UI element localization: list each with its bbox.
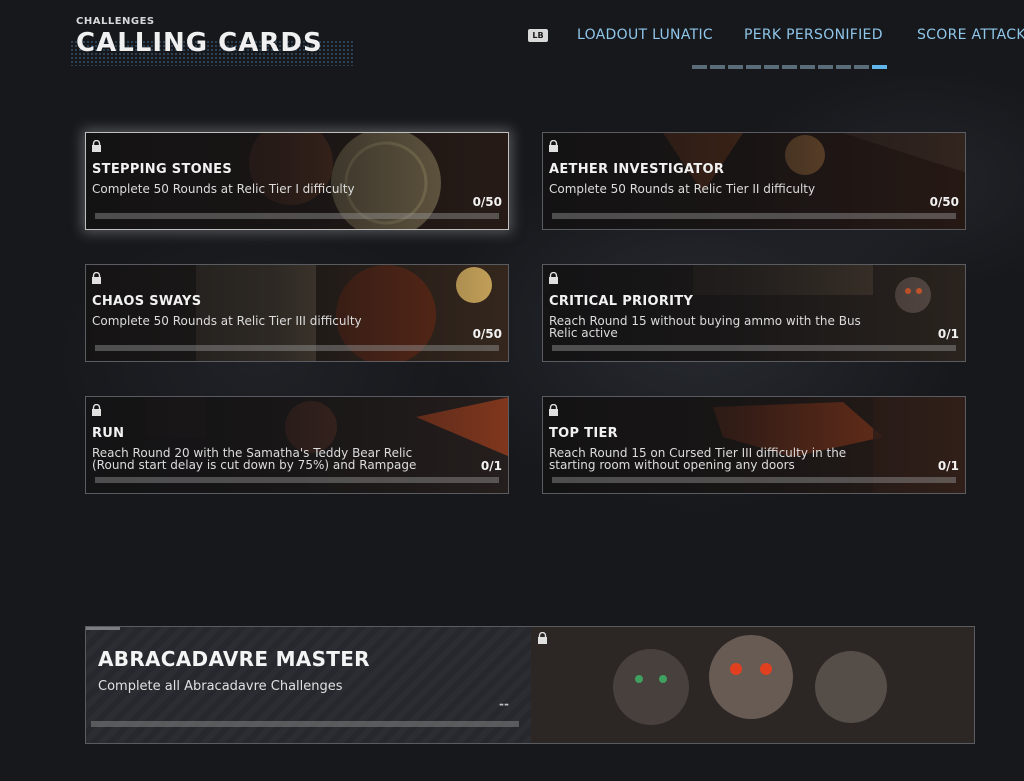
progress-bar [95,477,499,483]
card-description: Complete 50 Rounds at Relic Tier I diffi… [92,182,355,196]
tab-perk-personified[interactable]: PERK PERSONIFIED [744,27,883,43]
master-description: Complete all Abracadavre Challenges [98,679,343,694]
page-dot [836,65,851,69]
challenge-card-stepping-stones[interactable]: STEPPING STONES Complete 50 Rounds at Re… [85,132,509,230]
card-progress: 0/1 [937,327,959,341]
lock-icon [92,404,101,416]
challenge-card-chaos-sways[interactable]: CHAOS SWAYS Complete 50 Rounds at Relic … [85,264,509,362]
progress-bar [552,477,956,483]
page-dot [728,65,743,69]
section-label: CHALLENGES [76,16,155,27]
lock-icon [549,404,558,416]
challenge-card-critical-priority[interactable]: CRITICAL PRIORITY Reach Round 15 without… [542,264,966,362]
page-dot [818,65,833,69]
progress-bar [552,345,956,351]
lock-icon [92,272,101,284]
lock-icon [549,140,558,152]
page-dot [800,65,815,69]
challenge-card-top-tier[interactable]: TOP TIER Reach Round 15 on Cursed Tier I… [542,396,966,494]
page-dot [710,65,725,69]
card-title: CHAOS SWAYS [92,294,202,309]
progress-bar [95,345,499,351]
page-dot [764,65,779,69]
card-title: RUN [92,426,125,441]
card-description: Reach Round 15 without buying ammo with … [549,314,861,340]
card-title: CRITICAL PRIORITY [549,294,694,309]
card-title: STEPPING STONES [92,162,232,177]
card-title: TOP TIER [549,426,618,441]
card-progress: 0/50 [472,195,502,209]
card-description: Complete 50 Rounds at Relic Tier II diff… [549,182,816,196]
tab-loadout-lunatic[interactable]: LOADOUT LUNATIC [577,27,713,43]
lb-bumper-icon[interactable]: LB [528,29,548,42]
master-challenge-card[interactable]: ABRACADAVRE MASTER Complete all Abracada… [85,626,975,744]
card-progress: 0/50 [929,195,959,209]
corner-accent [86,627,120,630]
page-dot [782,65,797,69]
progress-bar [552,213,956,219]
master-progress-bar [91,721,519,727]
card-description: Reach Round 20 with the Samatha's Teddy … [92,446,417,472]
master-progress: -- [499,697,509,711]
progress-bar [95,213,499,219]
challenge-card-run[interactable]: RUN Reach Round 20 with the Samatha's Te… [85,396,509,494]
page-indicator [692,65,887,69]
tab-score-attack[interactable]: SCORE ATTACK [917,27,1024,43]
master-title: ABRACADAVRE MASTER [98,647,370,671]
card-progress: 0/50 [472,327,502,341]
card-description: Complete 50 Rounds at Relic Tier III dif… [92,314,362,328]
lock-icon [92,140,101,152]
challenge-card-aether-investigator[interactable]: AETHER INVESTIGATOR Complete 50 Rounds a… [542,132,966,230]
page-dot [692,65,707,69]
card-progress: 0/1 [937,459,959,473]
lock-icon [538,632,547,644]
page-dot [746,65,761,69]
page-dot [872,65,887,69]
master-artwork [531,627,974,743]
lock-icon [549,272,558,284]
card-title: AETHER INVESTIGATOR [549,162,725,177]
page-title: CALLING CARDS [76,28,323,58]
page-dot [854,65,869,69]
card-description: Reach Round 15 on Cursed Tier III diffic… [549,446,847,472]
card-progress: 0/1 [480,459,502,473]
